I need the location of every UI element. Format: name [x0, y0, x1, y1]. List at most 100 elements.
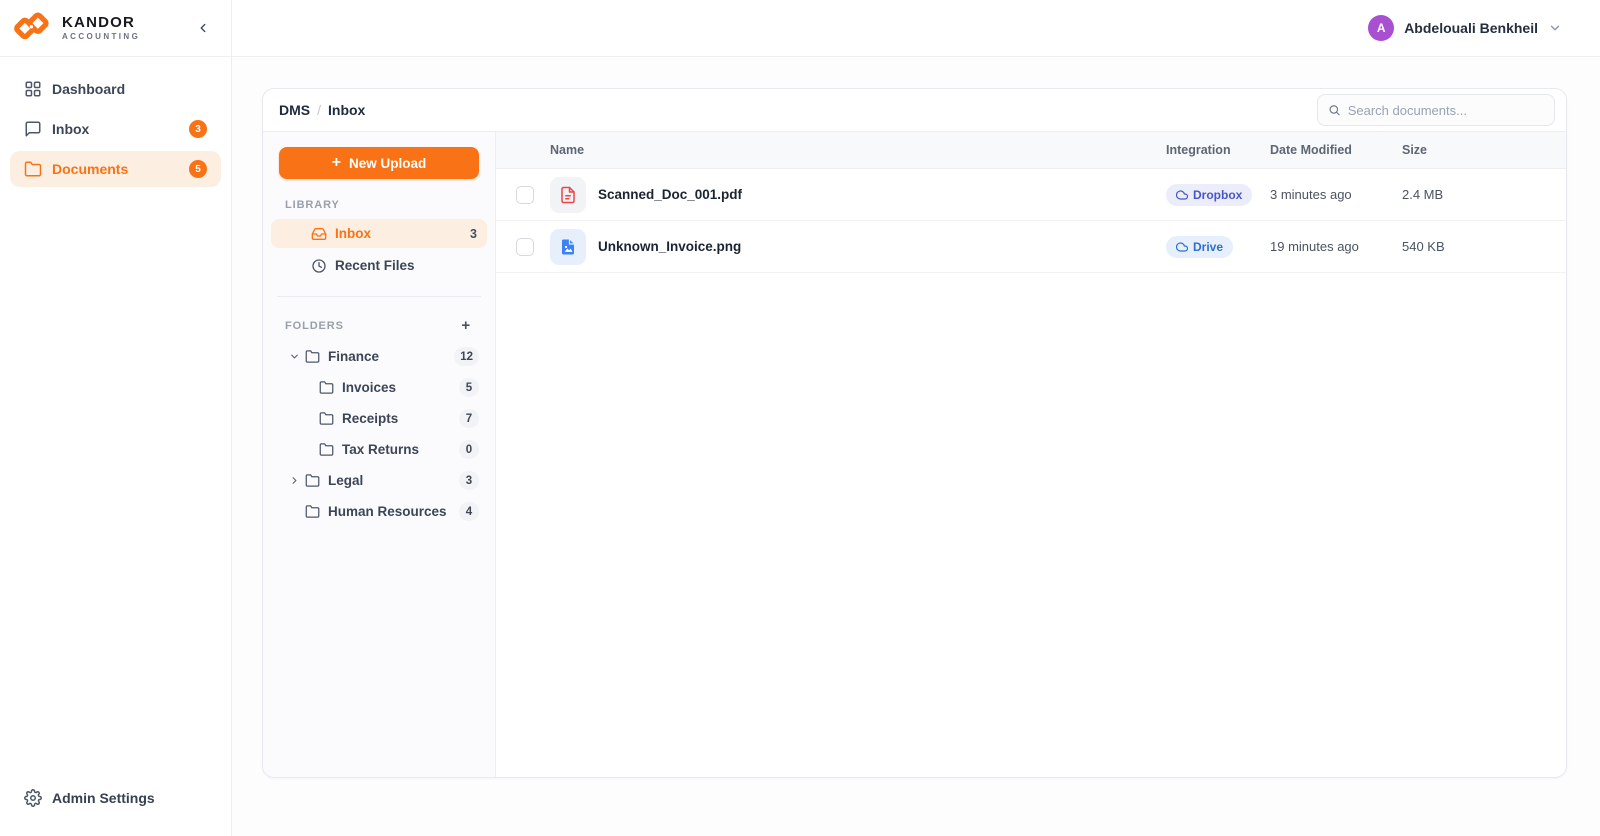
chevron-down-icon — [1548, 21, 1562, 35]
column-header-size[interactable]: Size — [1402, 143, 1542, 157]
folder-label: Invoices — [342, 380, 396, 395]
library-inbox-count: 3 — [470, 227, 477, 241]
size-cell: 540 KB — [1402, 239, 1542, 254]
table-header-row: Name Integration Date Modified Size — [496, 132, 1566, 169]
main-sidebar: KANDOR ACCOUNTING Dashboard Inbox 3 — [0, 0, 232, 836]
folder-item-invoices[interactable]: Invoices 5 — [271, 373, 487, 402]
search-input[interactable] — [1348, 103, 1544, 118]
dashboard-grid-icon — [24, 80, 42, 98]
brand-tagline: ACCOUNTING — [62, 33, 140, 41]
folder-item-legal[interactable]: Legal 3 — [271, 466, 487, 495]
folder-item-human-resources[interactable]: Human Resources 4 — [271, 497, 487, 526]
cloud-icon — [1176, 189, 1188, 201]
size-cell: 2.4 MB — [1402, 187, 1542, 202]
image-file-icon — [550, 229, 586, 265]
image-file-glyph — [559, 238, 577, 256]
breadcrumb-dms[interactable]: DMS — [279, 102, 310, 118]
user-name: Abdelouali Benkheil — [1404, 20, 1538, 36]
admin-settings-button[interactable]: Admin Settings — [10, 780, 221, 816]
folder-label: Human Resources — [328, 504, 447, 519]
library-section-label: LIBRARY — [271, 199, 487, 211]
table-row[interactable]: Unknown_Invoice.png Drive 19 minutes ago… — [496, 221, 1566, 273]
brand-text: KANDOR ACCOUNTING — [62, 15, 140, 41]
search-icon — [1328, 103, 1341, 117]
folder-icon — [24, 160, 42, 178]
table-row[interactable]: Scanned_Doc_001.pdf Dropbox 3 minutes ag… — [496, 169, 1566, 221]
file-table: Name Integration Date Modified Size — [496, 132, 1566, 777]
plus-icon: + — [332, 155, 341, 171]
sidebar-header: KANDOR ACCOUNTING — [0, 0, 231, 57]
integration-badge-dropbox: Dropbox — [1166, 184, 1252, 206]
folder-label: Tax Returns — [342, 442, 419, 457]
card-header: DMS / Inbox — [263, 89, 1566, 132]
kandor-logo-icon — [14, 10, 54, 46]
sidebar-item-label: Dashboard — [52, 81, 125, 97]
sidebar-nav: Dashboard Inbox 3 Documents 5 — [0, 57, 231, 187]
sidebar-item-inbox[interactable]: Inbox 3 — [10, 111, 221, 147]
row-checkbox[interactable] — [516, 186, 534, 204]
folder-icon — [305, 349, 321, 364]
folder-icon — [305, 473, 321, 488]
content: DMS / Inbox + New Upload — [232, 57, 1600, 836]
inbox-tray-icon — [311, 226, 327, 242]
sidebar-item-label: Inbox — [52, 121, 89, 137]
add-folder-button[interactable]: + — [459, 317, 473, 334]
sidebar-footer: Admin Settings — [0, 780, 231, 836]
column-header-integration[interactable]: Integration — [1166, 143, 1270, 157]
folder-item-receipts[interactable]: Receipts 7 — [271, 404, 487, 433]
folder-item-tax-returns[interactable]: Tax Returns 0 — [271, 435, 487, 464]
file-name[interactable]: Scanned_Doc_001.pdf — [598, 187, 742, 202]
library-item-inbox[interactable]: Inbox 3 — [271, 219, 487, 248]
column-header-date-modified[interactable]: Date Modified — [1270, 143, 1402, 157]
folders-title: FOLDERS — [285, 320, 344, 332]
clock-icon — [311, 258, 327, 274]
column-header-name[interactable]: Name — [550, 143, 1166, 157]
integration-label: Drive — [1193, 240, 1223, 254]
chat-bubble-icon — [24, 120, 42, 138]
folders-section-label: FOLDERS + — [271, 317, 487, 334]
library-item-label: Inbox — [335, 226, 371, 241]
integration-label: Dropbox — [1193, 188, 1242, 202]
library-item-label: Recent Files — [335, 258, 415, 273]
topbar: A Abdelouali Benkheil — [232, 0, 1600, 57]
breadcrumb-inbox[interactable]: Inbox — [328, 102, 365, 118]
folder-label: Receipts — [342, 411, 398, 426]
folder-count: 5 — [459, 378, 479, 397]
folder-item-finance[interactable]: Finance 12 — [271, 342, 487, 371]
file-name[interactable]: Unknown_Invoice.png — [598, 239, 741, 254]
inbox-count-badge: 3 — [189, 120, 207, 138]
folder-icon — [319, 411, 335, 426]
sidebar-collapse-button[interactable] — [191, 16, 215, 40]
new-upload-button[interactable]: + New Upload — [279, 147, 479, 179]
new-upload-label: New Upload — [349, 156, 426, 171]
user-menu[interactable]: A Abdelouali Benkheil — [1368, 15, 1562, 41]
search-box — [1317, 94, 1555, 126]
folder-icon — [319, 380, 335, 395]
sidebar-item-dashboard[interactable]: Dashboard — [10, 71, 221, 107]
date-modified-cell: 19 minutes ago — [1270, 239, 1402, 254]
file-name-cell: Scanned_Doc_001.pdf — [550, 177, 1166, 213]
brand-name: KANDOR — [62, 15, 140, 31]
chevron-right-icon[interactable] — [289, 475, 305, 486]
date-modified-cell: 3 minutes ago — [1270, 187, 1402, 202]
folder-icon — [319, 442, 335, 457]
chevron-down-icon[interactable] — [289, 351, 305, 362]
sidebar-item-label: Documents — [52, 161, 128, 177]
file-name-cell: Unknown_Invoice.png — [550, 229, 1166, 265]
card-body: + New Upload LIBRARY Inbox 3 — [263, 132, 1566, 777]
app-root: KANDOR ACCOUNTING Dashboard Inbox 3 — [0, 0, 1600, 836]
sidebar-item-documents[interactable]: Documents 5 — [10, 151, 221, 187]
panel-divider — [277, 296, 481, 297]
library-title: LIBRARY — [285, 199, 340, 211]
admin-settings-label: Admin Settings — [52, 790, 155, 806]
row-checkbox[interactable] — [516, 238, 534, 256]
main-area: A Abdelouali Benkheil DMS / Inbox — [232, 0, 1600, 836]
library-item-recent-files[interactable]: Recent Files — [271, 251, 487, 280]
integration-badge-drive: Drive — [1166, 236, 1233, 258]
folder-count: 12 — [454, 347, 479, 366]
folder-count: 7 — [459, 409, 479, 428]
chevron-left-icon — [196, 21, 210, 35]
avatar: A — [1368, 15, 1394, 41]
dms-card: DMS / Inbox + New Upload — [262, 88, 1567, 778]
documents-panel: + New Upload LIBRARY Inbox 3 — [263, 132, 496, 777]
